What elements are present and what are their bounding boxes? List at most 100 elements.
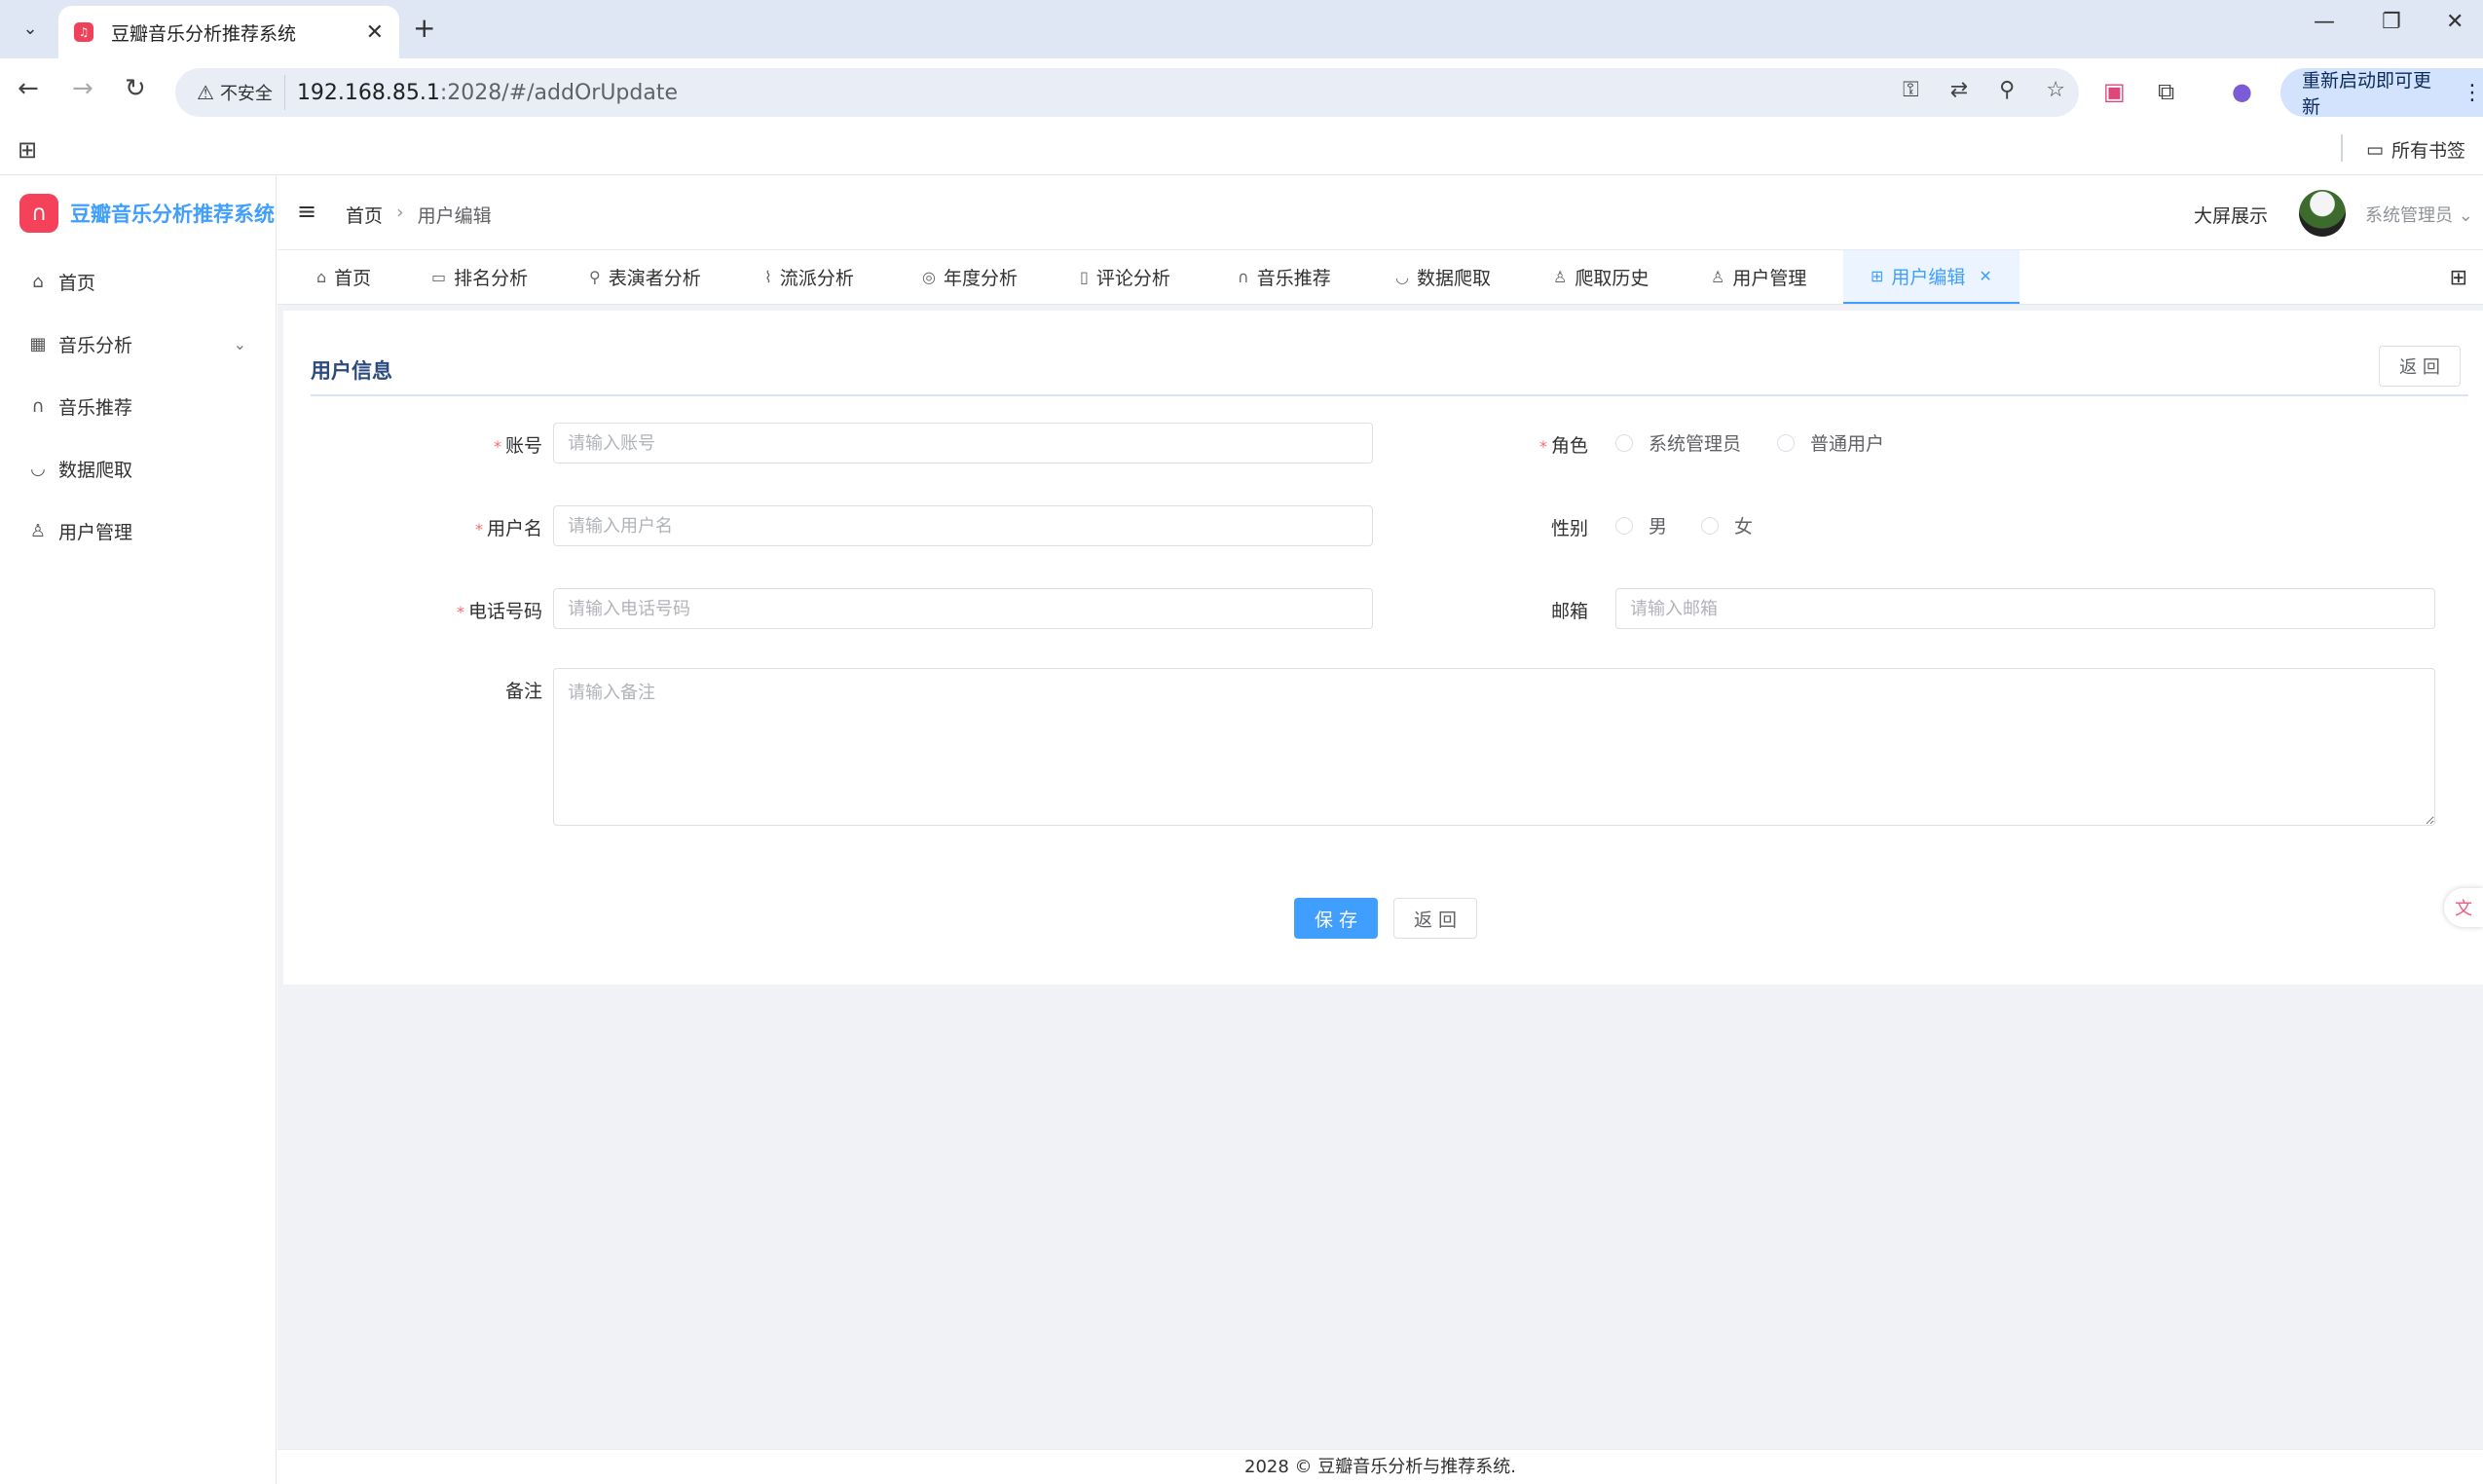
- role-label: * 角色: [1538, 435, 1588, 457]
- back-button-top[interactable]: 返 回: [2379, 346, 2461, 387]
- close-icon: ✕: [1979, 267, 1992, 285]
- remark-textarea[interactable]: [553, 668, 2435, 826]
- paperclip-icon: ⌇: [764, 268, 772, 286]
- compass-icon: ◎: [922, 268, 936, 286]
- apps-grid-icon[interactable]: ⊞: [18, 136, 37, 164]
- breadcrumb-home[interactable]: 首页: [346, 202, 383, 228]
- user-dropdown[interactable]: 系统管理员 ⌄: [2365, 202, 2473, 227]
- avatar[interactable]: [2299, 190, 2346, 237]
- close-tab-icon[interactable]: ✕: [366, 20, 384, 45]
- key-icon[interactable]: ⚿: [1903, 78, 1919, 102]
- translate-icon[interactable]: ⇄: [1950, 78, 1968, 102]
- phone-label: * 电话号码: [456, 601, 542, 622]
- role-radio-user[interactable]: 普通用户: [1777, 429, 1884, 456]
- zoom-icon[interactable]: ⚲: [1999, 78, 2015, 102]
- star-icon[interactable]: ☆: [2046, 78, 2065, 102]
- bowl-icon: ◡: [30, 458, 46, 479]
- tab-user-management[interactable]: ♙ 用户管理: [1711, 250, 1806, 304]
- sidebar-item-home[interactable]: ⌂ 首页: [0, 250, 276, 313]
- breadcrumb-current: 用户编辑: [417, 205, 492, 227]
- email-label: 邮箱: [1550, 601, 1588, 622]
- email-input[interactable]: [1615, 588, 2435, 629]
- account-label: * 账号: [493, 435, 542, 457]
- sidebar-item-music-recommend[interactable]: ∩ 音乐推荐: [0, 375, 276, 437]
- bookmarks-bar: ⊞ ▭ 所有书签: [0, 127, 2483, 175]
- sidebar-item-data-crawl[interactable]: ◡ 数据爬取: [0, 437, 276, 500]
- tab-crawl-history[interactable]: ♙ 爬取历史: [1553, 250, 1649, 304]
- top-header: ≡ 首页 › 用户编辑 大屏展示 系统管理员 ⌄: [278, 176, 2483, 250]
- tab-comment-analysis[interactable]: ▯ 评论分析: [1080, 250, 1170, 304]
- site-info-chip[interactable]: ⚠ 不安全: [189, 75, 285, 110]
- omnibox[interactable]: ⚠ 不安全 192.168.85.1:2028/#/addOrUpdate ⚿ …: [175, 68, 2079, 117]
- extension-translate-icon[interactable]: ▣: [2103, 78, 2126, 105]
- account-input[interactable]: [553, 423, 1373, 464]
- browser-tab-strip: ⌄ ♫ 豆瓣音乐分析推荐系统 ✕ + — ❐ ✕: [0, 0, 2483, 58]
- chevron-down-icon: ⌄: [233, 334, 246, 353]
- address-bar-row: ← → ↻ ⚠ 不安全 192.168.85.1:2028/#/addOrUpd…: [0, 58, 2483, 127]
- view-tabs-bar: ⌂ 首页 ▭ 排名分析 ⚲ 表演者分析 ⌇ 流派分析 ◎ 年度分析 ▯ 评论分析 ∩ 音乐推荐…: [278, 250, 2483, 305]
- more-menu-icon: ⋮: [2462, 80, 2483, 105]
- sidebar-item-user-management[interactable]: ♙ 用户管理: [0, 500, 276, 562]
- extensions-puzzle-icon[interactable]: ⧉: [2158, 78, 2174, 105]
- apps-grid-icon[interactable]: ⊞: [2450, 266, 2467, 290]
- favicon-icon: ♫: [74, 22, 93, 42]
- folder-icon: ▭: [2366, 138, 2384, 161]
- sidebar-item-music-analysis[interactable]: ▦ 音乐分析 ⌄: [0, 313, 276, 375]
- presentation-icon: ▦: [29, 333, 47, 354]
- user-icon: ♙: [1711, 268, 1725, 286]
- headset-icon: ∩: [31, 395, 45, 417]
- username-input[interactable]: [553, 505, 1373, 546]
- tab-genre-analysis[interactable]: ⌇ 流派分析: [764, 250, 854, 304]
- back-button[interactable]: 返 回: [1393, 898, 1477, 939]
- user-icon: ♙: [29, 520, 47, 541]
- home-icon: ⌂: [316, 268, 327, 286]
- phone-input[interactable]: [553, 588, 1373, 629]
- profile-icon[interactable]: ●: [2232, 78, 2252, 105]
- tab-data-crawl[interactable]: ◡ 数据爬取: [1395, 250, 1491, 304]
- floating-translate-icon[interactable]: 文: [2444, 888, 2483, 927]
- tab-performer-analysis[interactable]: ⚲ 表演者分析: [589, 250, 701, 304]
- role-radio-admin[interactable]: 系统管理员: [1615, 429, 1741, 456]
- tab-user-edit[interactable]: ⊞ 用户编辑 ✕: [1843, 250, 2020, 304]
- chevron-right-icon: ›: [396, 202, 404, 223]
- browser-tab-title: 豆瓣音乐分析推荐系统: [111, 22, 297, 45]
- close-window-icon[interactable]: ✕: [2446, 10, 2464, 34]
- headset-icon: ∩: [1238, 268, 1249, 286]
- tab-music-recommend[interactable]: ∩ 音乐推荐: [1238, 250, 1331, 304]
- location-icon: ⚲: [589, 268, 601, 286]
- restore-icon[interactable]: ❐: [2382, 10, 2401, 34]
- gender-label: 性别: [1550, 518, 1588, 539]
- gender-radio-female[interactable]: 女: [1701, 512, 1753, 538]
- radio-circle: [1701, 516, 1719, 535]
- browser-tab[interactable]: ♫ 豆瓣音乐分析推荐系统 ✕: [58, 6, 399, 58]
- forward-arrow-icon[interactable]: →: [72, 74, 93, 103]
- chevron-down-icon: ⌄: [2458, 205, 2473, 226]
- all-bookmarks[interactable]: ▭ 所有书签: [2366, 136, 2465, 163]
- headphones-logo-icon: ∩: [19, 194, 58, 233]
- footer: 2028 © 豆瓣音乐分析与推荐系统.: [278, 1449, 2483, 1484]
- update-button[interactable]: 重新启动即可更新 ⋮: [2280, 68, 2483, 118]
- tab-search-dropdown-icon[interactable]: ⌄: [14, 12, 47, 45]
- tab-ranking-analysis[interactable]: ▭ 排名分析: [431, 250, 528, 304]
- folder-icon: ▭: [431, 268, 447, 286]
- user-icon: ♙: [1553, 268, 1568, 286]
- new-tab-icon[interactable]: +: [413, 12, 435, 44]
- grid-icon: ⊞: [1871, 267, 1884, 285]
- save-button[interactable]: 保 存: [1294, 898, 1378, 939]
- menu-toggle-icon[interactable]: ≡: [297, 198, 316, 225]
- big-screen-link[interactable]: 大屏展示: [2194, 202, 2268, 228]
- remark-label: 备注: [504, 681, 542, 702]
- card-title: 用户信息: [311, 359, 392, 383]
- back-arrow-icon[interactable]: ←: [18, 74, 39, 103]
- warning-icon: ⚠: [197, 81, 214, 104]
- url-text[interactable]: 192.168.85.1:2028/#/addOrUpdate: [297, 81, 678, 105]
- minimize-icon[interactable]: —: [2314, 10, 2335, 34]
- radio-circle: [1777, 433, 1795, 452]
- gender-radio-male[interactable]: 男: [1615, 512, 1667, 538]
- tab-home[interactable]: ⌂ 首页: [316, 250, 371, 304]
- app-logo[interactable]: ∩ 豆瓣音乐分析推荐系统: [0, 176, 276, 250]
- user-form-card: 用户信息 返 回 *账号 *用户名 *电话号码 备注 *角色 系统管理员 普通用…: [283, 311, 2483, 984]
- tab-yearly-analysis[interactable]: ◎ 年度分析: [922, 250, 1018, 304]
- reload-icon[interactable]: ↻: [125, 74, 146, 103]
- username-label: * 用户名: [474, 518, 542, 539]
